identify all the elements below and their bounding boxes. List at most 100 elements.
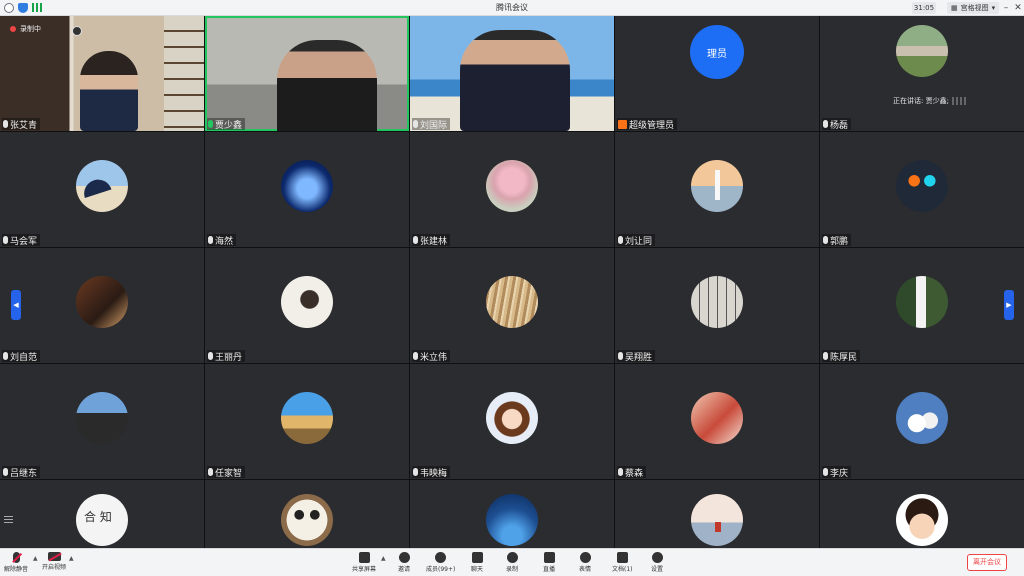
avatar: 合 知 — [76, 494, 128, 546]
participant-tile[interactable]: 吴翔胜 — [615, 248, 819, 363]
speaking-indicator: 正在讲话: 贾少鑫; — [890, 94, 971, 108]
next-page-icon[interactable]: ▶ — [1004, 290, 1014, 320]
participant-nameplate: 王丽丹 — [207, 350, 246, 363]
participant-tile[interactable]: 合 知 — [0, 480, 204, 552]
record-button[interactable]: 录制 — [506, 552, 518, 573]
participant-nameplate: 刘国际 — [412, 118, 451, 131]
participant-tile[interactable]: 马会军 — [0, 132, 204, 247]
camera-off-icon — [47, 552, 61, 561]
avatar — [281, 159, 333, 212]
leave-meeting-button[interactable]: 离开会议 — [967, 554, 1007, 571]
share-screen-icon — [358, 552, 370, 563]
settings-button[interactable]: 设置 — [651, 552, 663, 573]
participant-tile[interactable]: 王丽丹 — [205, 248, 409, 363]
participant-nameplate: 任家智 — [207, 466, 246, 479]
participant-tile[interactable]: 贾少鑫 — [205, 16, 409, 131]
participant-nameplate: 刘让同 — [617, 234, 656, 247]
stop-record-icon[interactable] — [72, 26, 82, 36]
participant-name: 蔡森 — [625, 468, 644, 479]
participant-tile[interactable]: 海然 — [205, 132, 409, 247]
participant-name: 王丽丹 — [215, 352, 243, 363]
recording-indicator: 录制中 — [10, 24, 41, 34]
list-icon[interactable] — [4, 516, 13, 524]
avatar — [486, 159, 538, 212]
participant-nameplate: 张建林 — [412, 234, 451, 247]
mic-icon — [3, 236, 8, 244]
minimize-icon[interactable]: – — [1000, 2, 1012, 14]
participant-name: 刘自范 — [10, 352, 38, 363]
avatar — [896, 159, 948, 212]
calligraphy-glyph: 合 知 — [84, 510, 112, 524]
participant-tile[interactable]: 蔡森 — [615, 364, 819, 479]
reactions-label: 表情 — [579, 566, 592, 573]
start-video-button[interactable]: 开启视频 — [42, 552, 66, 571]
participant-tile[interactable]: 李庆 — [820, 364, 1024, 479]
mic-icon — [3, 352, 8, 360]
participant-nameplate: 马会军 — [2, 234, 41, 247]
view-mode-label: 宫格视图 — [960, 4, 989, 12]
mic-icon — [3, 468, 8, 476]
participant-tile[interactable]: 刘让同 — [615, 132, 819, 247]
participant-name: 贾少鑫 — [215, 120, 243, 131]
participant-name: 杨磊 — [830, 120, 849, 131]
share-screen-button[interactable]: 共享屏幕 — [352, 552, 376, 573]
participant-nameplate: 海然 — [207, 234, 237, 247]
mic-icon — [823, 468, 828, 476]
view-mode-dropdown[interactable]: ▦ 宫格视图 ▾ — [947, 2, 1000, 14]
participant-tile[interactable]: 郭鹏 — [820, 132, 1024, 247]
participant-nameplate: 蔡森 — [617, 466, 647, 479]
chat-button[interactable]: 聊天 — [471, 552, 483, 573]
avatar — [486, 391, 538, 444]
avatar — [896, 24, 948, 77]
unmute-button[interactable]: 解除静音 — [4, 552, 28, 573]
prev-page-icon[interactable]: ◀ — [11, 290, 21, 320]
chevron-up-icon[interactable]: ▲ — [69, 555, 74, 562]
participant-tile[interactable] — [615, 480, 819, 552]
participant-nameplate: 陈厚民 — [822, 350, 861, 363]
participant-tile[interactable]: 任家智 — [205, 364, 409, 479]
participant-name: 郭鹏 — [830, 236, 849, 247]
participant-tile[interactable] — [410, 480, 614, 552]
participant-tile[interactable]: 韦映梅 — [410, 364, 614, 479]
participant-tile[interactable]: ▶ 陈厚民 — [820, 248, 1024, 363]
chat-label: 聊天 — [471, 566, 484, 573]
participant-name: 吴翔胜 — [625, 352, 653, 363]
participant-tile[interactable]: 录制中 张艾青 — [0, 16, 204, 131]
participant-tile[interactable] — [205, 480, 409, 552]
participant-tile[interactable] — [820, 480, 1024, 552]
participant-name: 张建林 — [420, 236, 448, 247]
participant-name: 刘国际 — [420, 120, 448, 131]
live-label: 直播 — [543, 566, 556, 573]
invite-icon — [398, 552, 410, 563]
avatar — [691, 494, 743, 546]
audio-wave-icon — [951, 97, 968, 105]
avatar — [76, 159, 128, 212]
participant-tile[interactable]: 理员 超级管理员 — [615, 16, 819, 131]
video-feed — [205, 16, 409, 131]
participant-nameplate: 杨磊 — [822, 118, 852, 131]
chat-icon — [471, 552, 483, 563]
chevron-up-icon[interactable]: ▲ — [33, 555, 38, 562]
participant-tile[interactable]: 吕继东 — [0, 364, 204, 479]
invite-button[interactable]: 邀请 — [398, 552, 410, 573]
participant-tile[interactable]: ◀ 刘自范 — [0, 248, 204, 363]
participant-tile[interactable]: 正在讲话: 贾少鑫; 杨磊 — [820, 16, 1024, 131]
participant-nameplate: 贾少鑫 — [207, 118, 246, 131]
participant-tile[interactable]: 米立伟 — [410, 248, 614, 363]
mic-icon — [618, 236, 623, 244]
chevron-up-icon[interactable]: ▲ — [381, 555, 386, 562]
speaking-label: 正在讲话: 贾少鑫; — [893, 97, 949, 105]
mic-icon — [823, 236, 828, 244]
participant-name: 米立伟 — [420, 352, 448, 363]
participant-tile[interactable]: 张建林 — [410, 132, 614, 247]
live-icon — [543, 552, 555, 563]
reactions-button[interactable]: 表情 — [579, 552, 591, 573]
participant-grid: 录制中 张艾青 贾少鑫 刘国际 理员 超级管理员 正在讲话: 贾少鑫; 杨磊 马… — [0, 16, 1024, 552]
live-button[interactable]: 直播 — [543, 552, 555, 573]
participant-tile[interactable]: 刘国际 — [410, 16, 614, 131]
members-button[interactable]: 成员(99+) — [426, 552, 455, 573]
participant-nameplate: 刘自范 — [2, 350, 41, 363]
docs-button[interactable]: 文档(1) — [612, 552, 633, 573]
close-icon[interactable]: ✕ — [1012, 2, 1024, 14]
participant-name: 李庆 — [830, 468, 849, 479]
